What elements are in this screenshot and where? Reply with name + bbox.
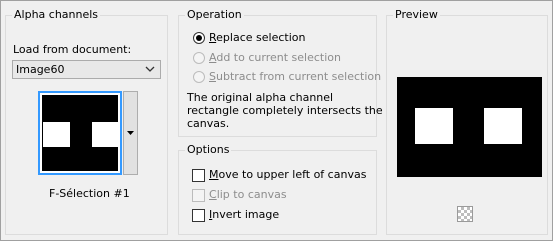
triangle-down-icon <box>127 131 134 135</box>
preview-left-square <box>415 108 453 144</box>
checkbox-invert-image[interactable] <box>192 209 205 222</box>
add-to-selection-text: dd to current selection <box>216 51 341 64</box>
move-upper-left-text: ove to upper left of canvas <box>218 168 367 181</box>
options-title: Options <box>185 143 232 156</box>
thumbnail-right-square <box>92 122 118 147</box>
thumbnail-left-square <box>43 122 70 147</box>
message-line-3: canvas. <box>187 117 230 130</box>
checkerboard-icon[interactable] <box>457 206 473 222</box>
preview-image <box>397 77 542 177</box>
document-select[interactable]: Image60 <box>12 60 161 79</box>
subtract-selection-label[interactable]: Subtract from current selection <box>209 70 381 83</box>
channel-name-label: F-Sélection #1 <box>49 187 130 200</box>
radio-add-to-current-selection[interactable] <box>193 52 205 64</box>
document-select-value: Image60 <box>16 63 65 76</box>
subtract-selection-text: ubtract from current selection <box>215 70 382 83</box>
message-line-2: rectangle completely intersects the <box>187 104 383 117</box>
thumbnail-dropdown-button[interactable] <box>123 91 138 175</box>
message-line-1: The original alpha channel <box>187 91 334 104</box>
radio-selected-dot <box>196 35 202 41</box>
invert-image-label[interactable]: Invert image <box>209 208 279 221</box>
preview-title: Preview <box>393 8 440 21</box>
thumbnail-image <box>42 95 118 171</box>
clip-to-canvas-label[interactable]: Clip to canvas <box>209 188 287 201</box>
replace-selection-label[interactable]: Replace selection <box>209 31 305 44</box>
alpha-channels-title: Alpha channels <box>12 8 101 21</box>
add-to-selection-label[interactable]: Add to current selection <box>209 51 341 64</box>
checkbox-clip-to-canvas[interactable] <box>192 189 205 202</box>
invert-image-text: nvert image <box>212 208 280 221</box>
preview-right-square <box>484 108 522 144</box>
alpha-channel-thumbnail[interactable] <box>38 91 122 175</box>
radio-subtract-from-selection[interactable] <box>193 71 205 83</box>
radio-replace-selection[interactable] <box>193 32 205 44</box>
operation-title: Operation <box>185 8 244 21</box>
clip-to-canvas-text: lip to canvas <box>216 188 287 201</box>
checkbox-move-to-upper-left[interactable] <box>192 169 205 182</box>
replace-selection-text: eplace selection <box>216 31 306 44</box>
load-from-document-label: Load from document: <box>13 43 132 56</box>
move-upper-left-label[interactable]: Move to upper left of canvas <box>209 168 366 181</box>
chevron-down-icon <box>145 66 155 72</box>
